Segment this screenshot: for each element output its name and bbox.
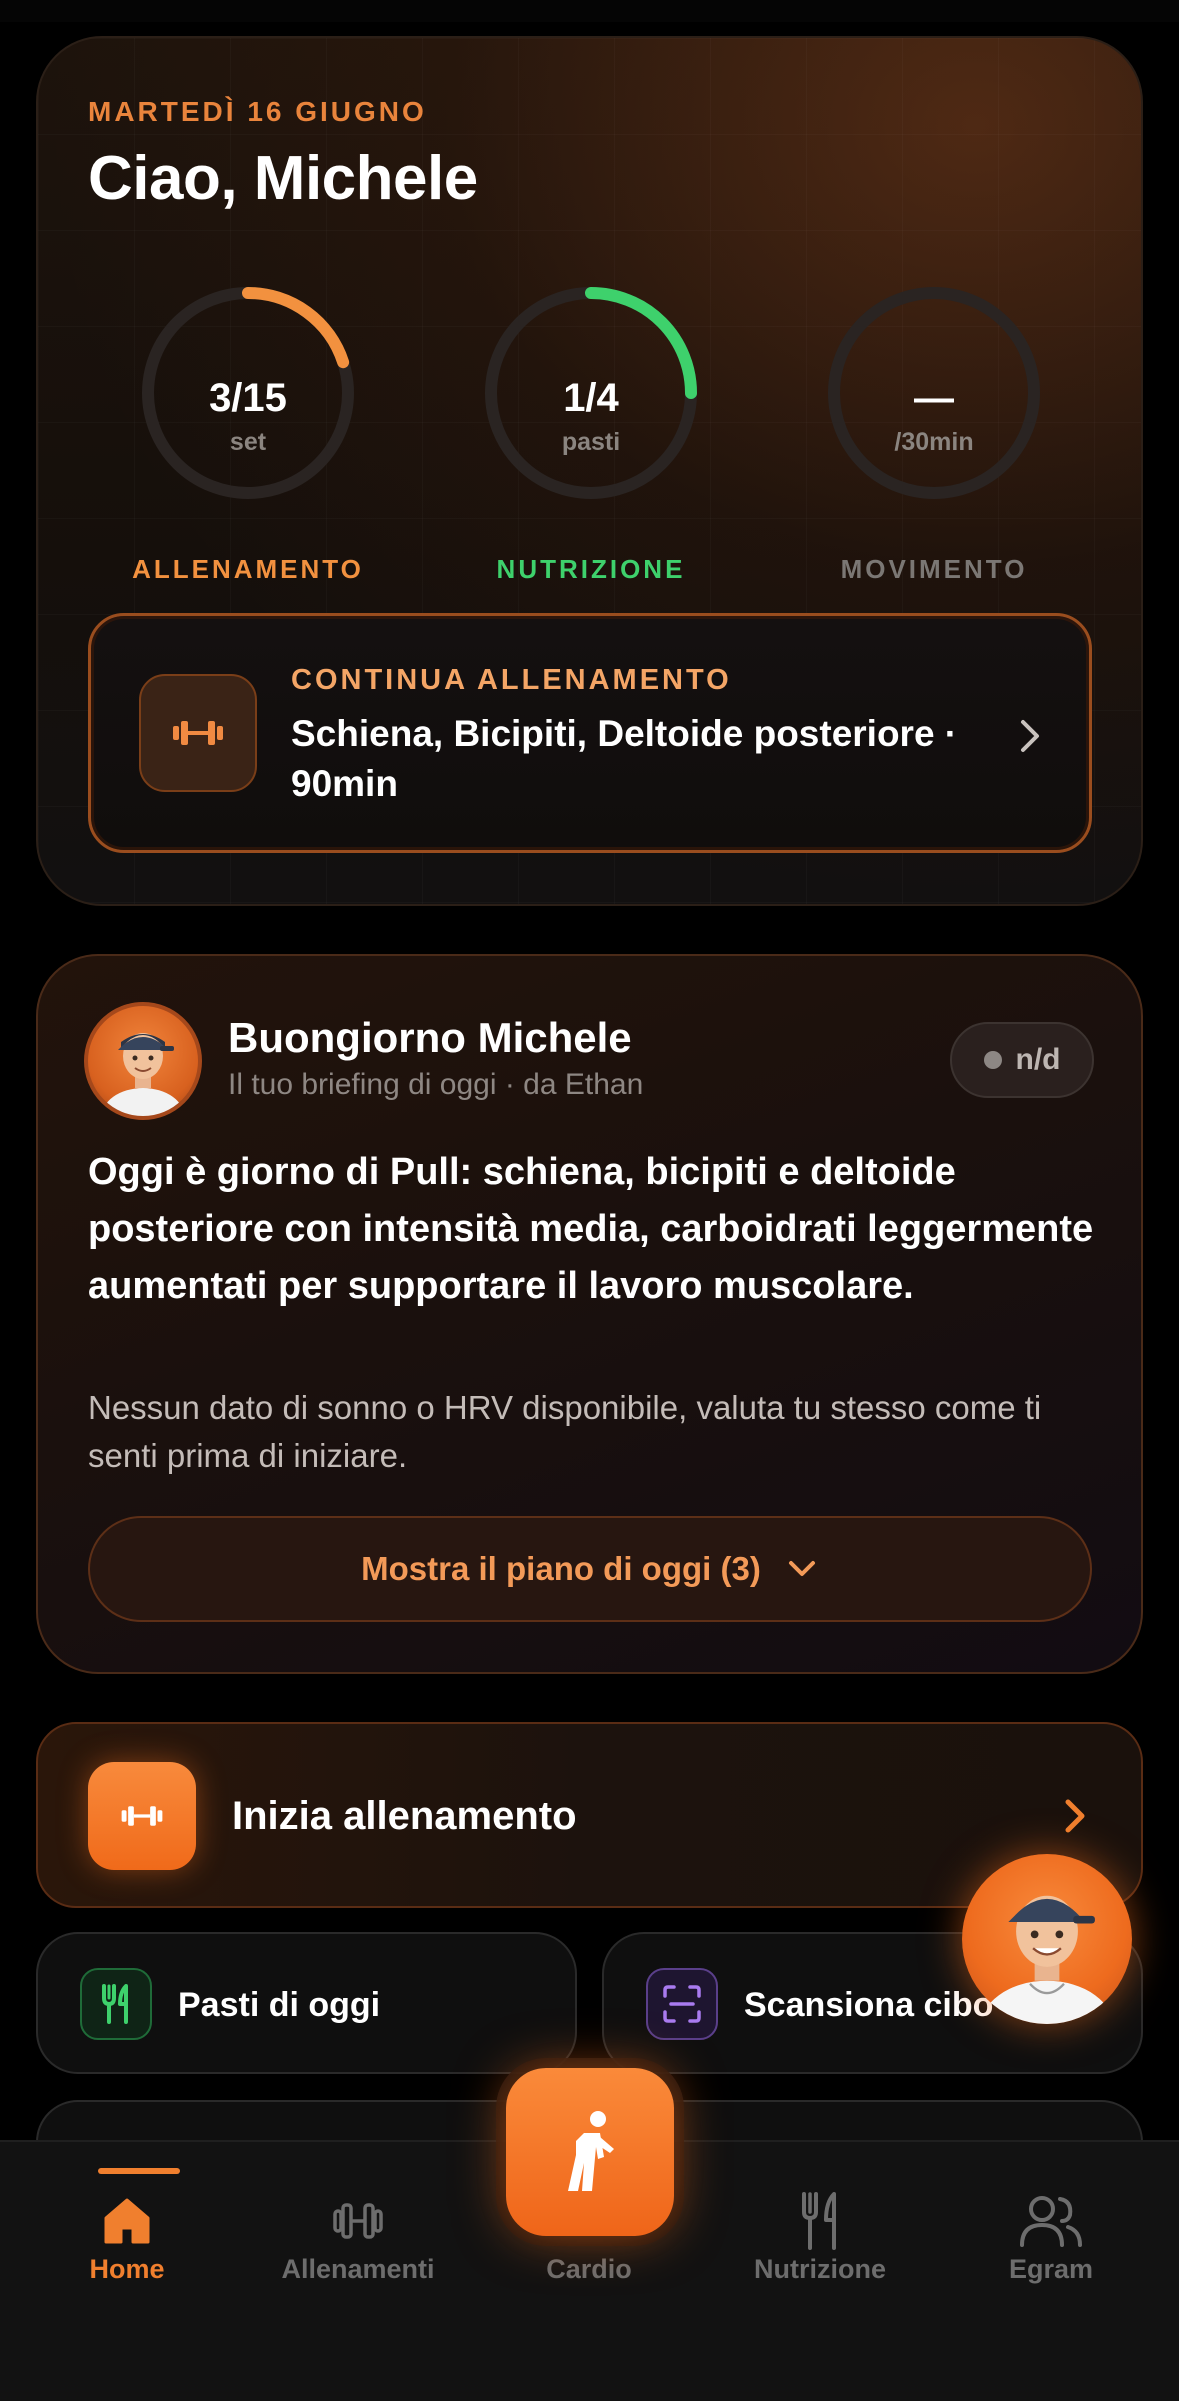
daily-summary-card: MARTEDÌ 16 GIUGNO Ciao, Michele 3/15 set…: [36, 36, 1143, 906]
status-badge-label: n/d: [1015, 1043, 1061, 1076]
walking-icon: [568, 2111, 614, 2191]
start-workout-label: Inizia allenamento: [232, 1794, 577, 1838]
show-plan-label: Mostra il piano di oggi (3): [361, 1550, 761, 1587]
start-workout-button[interactable]: Inizia allenamento: [36, 1722, 1143, 1908]
ring-unit: set: [229, 428, 267, 456]
status-bar: [0, 0, 1179, 22]
ring-unit: /30min: [894, 428, 974, 456]
ring-movimento[interactable]: — /30min MOVIMENTO: [819, 278, 1049, 584]
coach-avatar: [84, 1002, 202, 1120]
status-dot-icon: [983, 1051, 1002, 1069]
status-badge: n/d: [950, 1022, 1094, 1098]
briefing-headline: Oggi è giorno di Pull: schiena, bicipiti…: [88, 1151, 1094, 1307]
coach-chat-button[interactable]: [962, 1854, 1132, 2024]
dumbbell-icon: [88, 1762, 196, 1870]
ring-nutrizione[interactable]: 1/4 pasti NUTRIZIONE: [476, 278, 706, 584]
fork-knife-icon: [705, 2186, 935, 2256]
briefing-card: Buongiorno Michele Il tuo briefing di og…: [36, 954, 1143, 1674]
nav-label: Cardio: [546, 2254, 632, 2284]
active-indicator: [98, 2168, 180, 2174]
briefing-body: Nessun dato di sonno o HRV disponibile, …: [88, 1389, 1042, 1474]
nav-allenamenti[interactable]: Allenamenti: [243, 2142, 473, 2302]
greeting-title: Ciao, Michele: [88, 144, 478, 213]
nav-home[interactable]: Home: [12, 2142, 242, 2302]
briefing-subtitle: Il tuo briefing di oggi · da Ethan: [228, 1068, 644, 1101]
coach-avatar-icon: [979, 1895, 1115, 2024]
dumbbell-icon: [243, 2186, 473, 2256]
people-icon: [936, 2186, 1166, 2256]
dumbbell-icon: [139, 674, 257, 792]
chevron-right-icon: [1065, 1799, 1085, 1833]
show-plan-button[interactable]: Mostra il piano di oggi (3): [88, 1516, 1092, 1622]
ring-unit: pasti: [561, 428, 621, 456]
ring-value: 1/4: [563, 376, 619, 420]
continue-kicker: CONTINUA ALLENAMENTO: [291, 664, 732, 696]
ring-label: MOVIMENTO: [840, 554, 1028, 584]
ring-value: 3/15: [209, 376, 287, 420]
date-label: MARTEDÌ 16 GIUGNO: [88, 96, 427, 127]
todays-meals-button[interactable]: Pasti di oggi: [36, 1932, 577, 2074]
nav-label: Home: [89, 2254, 165, 2284]
continue-workout-button[interactable]: CONTINUA ALLENAMENTO Schiena, Bicipiti, …: [88, 613, 1092, 853]
fork-knife-icon: [80, 1968, 152, 2040]
ring-label: NUTRIZIONE: [496, 554, 686, 584]
cardio-button[interactable]: [506, 2068, 674, 2236]
continue-title: Schiena, Bicipiti, Deltoide posteriore ·…: [291, 713, 958, 804]
home-icon: [12, 2186, 242, 2256]
nav-label: Nutrizione: [754, 2254, 886, 2284]
nav-label: Egram: [1008, 2254, 1094, 2284]
briefing-name: Buongiorno Michele: [228, 1014, 632, 1061]
ring-label: ALLENAMENTO: [132, 554, 364, 584]
nav-label: Allenamenti: [281, 2254, 435, 2284]
nav-egram[interactable]: Egram: [936, 2142, 1166, 2302]
ring-allenamento[interactable]: 3/15 set ALLENAMENTO: [132, 278, 363, 584]
scan-icon: [646, 1968, 718, 2040]
todays-meals-label: Pasti di oggi: [178, 1986, 381, 2024]
chevron-right-icon: [1021, 720, 1039, 752]
chevron-down-icon: [788, 1561, 815, 1576]
nav-nutrizione[interactable]: Nutrizione: [705, 2142, 935, 2302]
ring-value: —: [914, 376, 954, 420]
scan-food-label: Scansiona cibo: [744, 1986, 994, 2024]
